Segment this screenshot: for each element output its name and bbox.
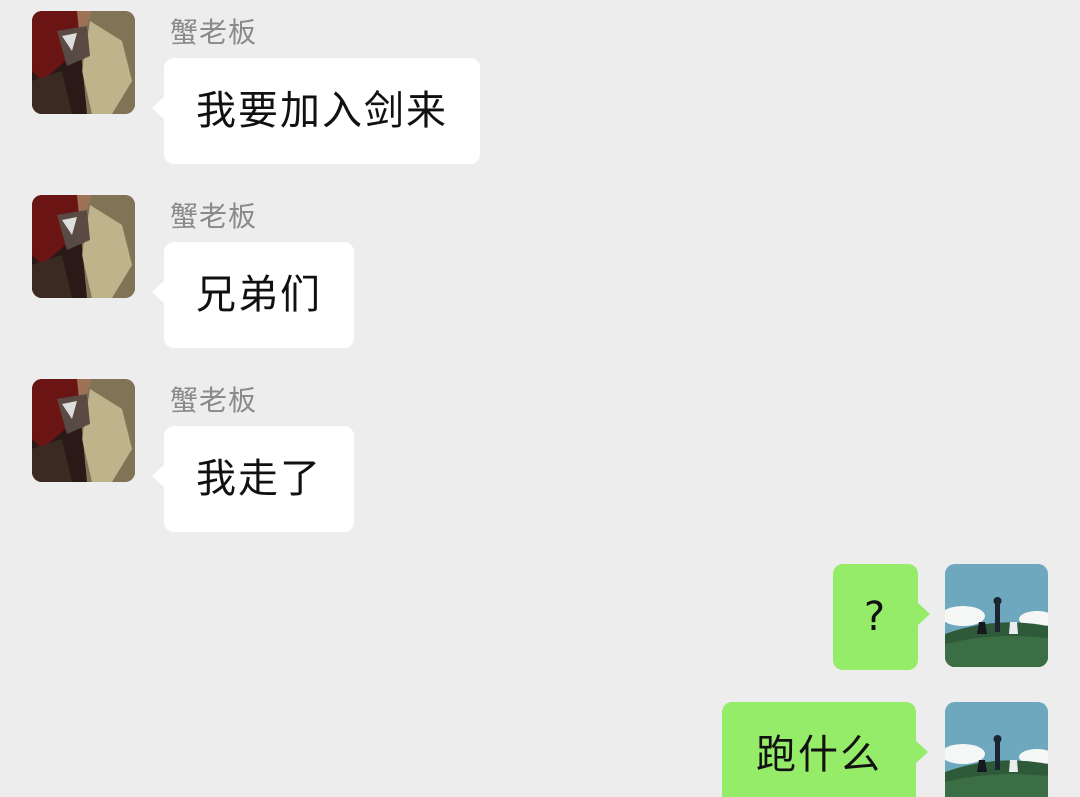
sender-name: 蟹老板: [170, 200, 258, 233]
sender-avatar[interactable]: [32, 11, 135, 114]
sender-avatar[interactable]: [32, 195, 135, 298]
message-bubble[interactable]: ?: [833, 564, 930, 670]
my-avatar[interactable]: [945, 564, 1048, 667]
chat-view[interactable]: 蟹老板 我要加入剑来 蟹老板 兄弟们 蟹老板 我走了 ? 跑什么: [0, 0, 1080, 797]
sender-name: 蟹老板: [170, 16, 258, 49]
message-bubble[interactable]: 跑什么: [722, 702, 928, 797]
message-bubble[interactable]: 兄弟们: [152, 242, 354, 348]
message-bubble[interactable]: 我要加入剑来: [152, 58, 480, 164]
message-bubble[interactable]: 我走了: [152, 426, 354, 532]
sender-name: 蟹老板: [170, 384, 258, 417]
sender-avatar[interactable]: [32, 379, 135, 482]
my-avatar[interactable]: [945, 702, 1048, 797]
